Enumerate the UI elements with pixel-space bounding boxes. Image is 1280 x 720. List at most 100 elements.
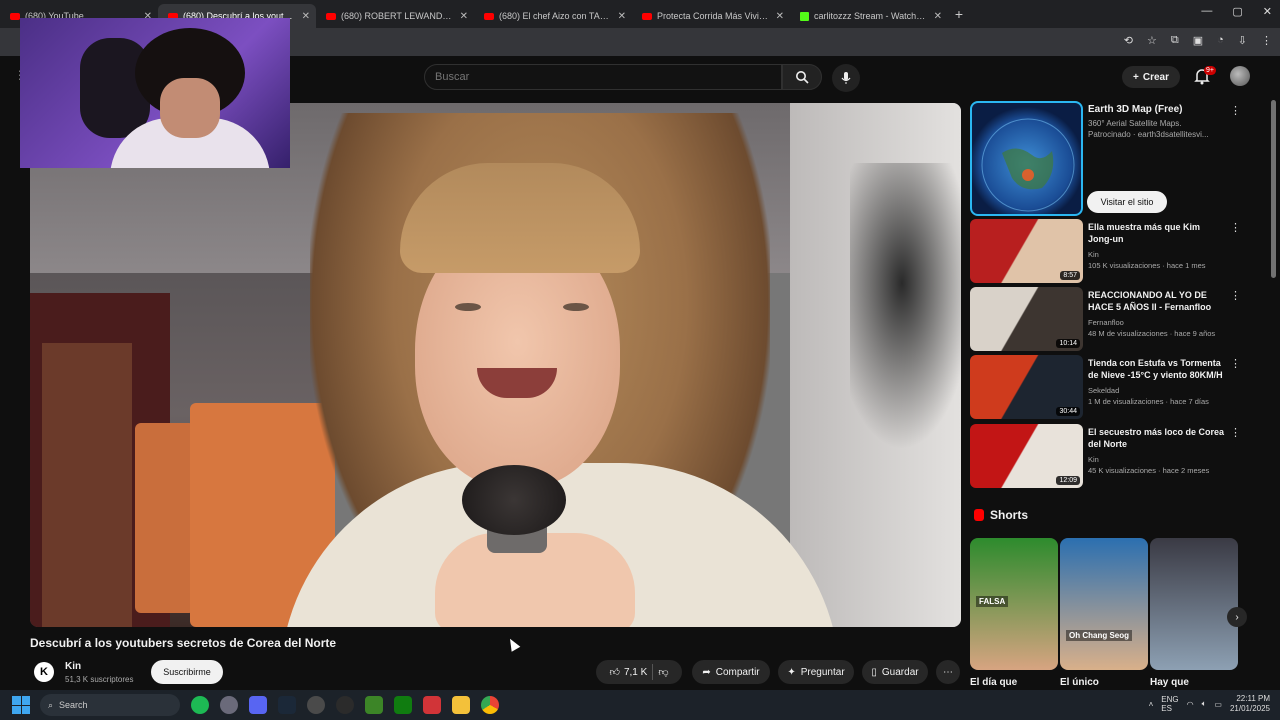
create-button[interactable]: + Crear (1122, 66, 1180, 88)
subscriber-count: 51,3 K suscriptores (65, 675, 134, 684)
recommendation-title[interactable]: REACCIONANDO AL YO DE HACE 5 AÑOS II - F… (1088, 289, 1226, 313)
wifi-icon[interactable]: ◠ (1187, 700, 1194, 709)
recommendation-thumbnail[interactable]: 10:14 (970, 287, 1083, 351)
search-button[interactable] (782, 64, 822, 90)
ad-menu-icon[interactable]: ⋮ (1230, 104, 1241, 117)
file-explorer-icon[interactable] (452, 696, 470, 714)
chevron-right-icon: › (1235, 611, 1239, 623)
spotify-icon[interactable] (191, 696, 209, 714)
recommendation-thumbnail[interactable]: 30:44 (970, 355, 1083, 419)
youtube-icon (326, 12, 336, 20)
recommendation-title[interactable]: El secuestro más loco de Corea del Norte (1088, 426, 1226, 450)
recommendation-channel[interactable]: Fernanfloo (1088, 317, 1238, 328)
clock[interactable]: 22:11 PM 21/01/2025 (1230, 694, 1270, 714)
recommendation-menu-icon[interactable]: ⋮ (1230, 426, 1241, 439)
battery-icon[interactable]: ▭ (1214, 700, 1222, 709)
bookmark-star-icon[interactable]: ☆ (1147, 34, 1157, 47)
recommendation-channel[interactable]: Kin (1088, 249, 1238, 260)
recommendation-channel[interactable]: Kin (1088, 454, 1238, 465)
close-tab-icon[interactable]: ✕ (618, 11, 626, 22)
recommendation-title[interactable]: Ella muestra más que Kim Jong-un (1088, 221, 1226, 245)
recommendation-menu-icon[interactable]: ⋮ (1230, 357, 1241, 370)
maximize-button[interactable]: ▢ (1232, 5, 1242, 18)
extensions-icon[interactable]: ⧉ (1171, 34, 1179, 47)
new-tab-button[interactable]: + (948, 6, 970, 22)
windows-taskbar: ⌕ Search ˄ ENG ES ◠ 🔈︎ ▭ 22:11 PM 21/01/… (0, 690, 1280, 720)
short-card[interactable]: FALSA (970, 538, 1058, 670)
like-count: 7,1 K (623, 666, 648, 678)
duration-badge: 30:44 (1056, 407, 1080, 416)
app-icon[interactable] (423, 696, 441, 714)
recommendation-title[interactable]: Tienda con Estufa vs Tormenta de Nieve -… (1088, 357, 1226, 381)
channel-name[interactable]: Kin (65, 661, 81, 672)
duration-badge: 10:14 (1056, 339, 1080, 348)
chevron-up-icon[interactable]: ˄ (1149, 700, 1154, 709)
media-player-icon[interactable] (336, 696, 354, 714)
mouse-cursor-icon (505, 636, 521, 652)
voice-search-button[interactable] (832, 64, 860, 92)
channel-avatar[interactable]: K (34, 662, 54, 682)
recommendation-menu-icon[interactable]: ⋮ (1230, 289, 1241, 302)
short-card[interactable] (1150, 538, 1238, 670)
search-box[interactable] (424, 64, 782, 90)
minecraft-icon[interactable] (365, 696, 383, 714)
search-icon: ⌕ (48, 699, 54, 710)
obs-icon[interactable] (307, 696, 325, 714)
save-button[interactable]: ▯ Guardar (862, 660, 928, 684)
taskbar-search-label: Search (59, 700, 88, 710)
shorts-next-button[interactable]: › (1227, 607, 1247, 627)
translate-icon[interactable]: ⟲ (1124, 34, 1133, 47)
dislike-button[interactable]: 👎︎ (658, 666, 668, 678)
video-player[interactable] (30, 103, 961, 627)
volume-icon[interactable]: 🔈︎ (1202, 699, 1207, 709)
close-tab-icon[interactable]: ✕ (934, 11, 942, 22)
language-indicator[interactable]: ENG ES (1161, 695, 1178, 713)
recommendation-thumbnail[interactable]: 8:57 (970, 219, 1083, 283)
short-card[interactable]: Oh Chang Seog (1060, 538, 1148, 670)
minimize-button[interactable]: — (1201, 5, 1212, 18)
discord-icon[interactable] (249, 696, 267, 714)
sidebar-icon[interactable]: ▣ (1193, 34, 1203, 47)
recommendation-menu-icon[interactable]: ⋮ (1230, 221, 1241, 234)
xbox-icon[interactable] (394, 696, 412, 714)
chrome-icon[interactable] (481, 696, 499, 714)
page-scrollbar[interactable] (1271, 100, 1276, 278)
close-tab-icon[interactable]: ✕ (776, 11, 784, 22)
profile-icon[interactable]: ◔ (1217, 34, 1224, 47)
browser-tab[interactable]: Protecta Corrida Más Vivir de ✕ (632, 4, 790, 28)
share-button[interactable]: ➦ Compartir (692, 660, 770, 684)
visit-site-button[interactable]: Visitar el sitio (1087, 191, 1167, 213)
downloads-icon[interactable]: ⇩ (1238, 34, 1247, 47)
recommendation-meta: Kin 105 K visualizaciones · hace 1 mes (1088, 249, 1238, 271)
recommendation-meta: Kin 45 K visualizaciones · hace 2 meses (1088, 454, 1238, 476)
browser-menu-icon[interactable]: ⋮ (1261, 34, 1272, 47)
account-avatar[interactable] (1230, 66, 1250, 86)
more-actions-button[interactable]: ⋯ (936, 660, 960, 684)
search-input[interactable] (425, 65, 781, 89)
windows-start-icon[interactable] (12, 696, 30, 714)
taskbar-search[interactable]: ⌕ Search (40, 694, 180, 716)
ad-title[interactable]: Earth 3D Map (Free) (1088, 104, 1182, 115)
recommendation-channel[interactable]: Sekeldad (1088, 385, 1238, 396)
ask-button[interactable]: ✦ Preguntar (778, 660, 854, 684)
ad-subtitle: 360° Aerial Satellite Maps. Patrocinado … (1088, 118, 1238, 140)
close-tab-icon[interactable]: ✕ (460, 11, 468, 22)
steam-icon[interactable] (278, 696, 296, 714)
short-title[interactable]: El único (1060, 677, 1099, 688)
short-title[interactable]: Hay que (1150, 677, 1189, 688)
like-button[interactable]: 👍︎ 7,1 K (609, 666, 648, 679)
close-tab-icon[interactable]: ✕ (302, 11, 310, 22)
browser-tab[interactable]: carlitozzz Stream - Watch Live ✕ (790, 4, 948, 28)
browser-tab[interactable]: (680) ROBERT LEWANDOWSKI ✕ (316, 4, 474, 28)
microphone-icon (841, 72, 851, 84)
browser-tab[interactable]: (680) El chef Aizo con TAKE-hi ✕ (474, 4, 632, 28)
ad-thumbnail[interactable] (970, 101, 1083, 216)
app-icon[interactable] (220, 696, 238, 714)
close-window-button[interactable]: ✕ (1263, 5, 1272, 18)
thumbs-up-icon: 👍︎ (609, 667, 620, 678)
recommendation-thumbnail[interactable]: 12:09 (970, 424, 1083, 488)
short-title[interactable]: El día que (970, 677, 1017, 688)
video-frame-mic-windscreen (462, 465, 566, 535)
subscribe-button[interactable]: Suscribirme (151, 660, 223, 684)
ad-description: 360° Aerial Satellite Maps. (1088, 119, 1182, 128)
